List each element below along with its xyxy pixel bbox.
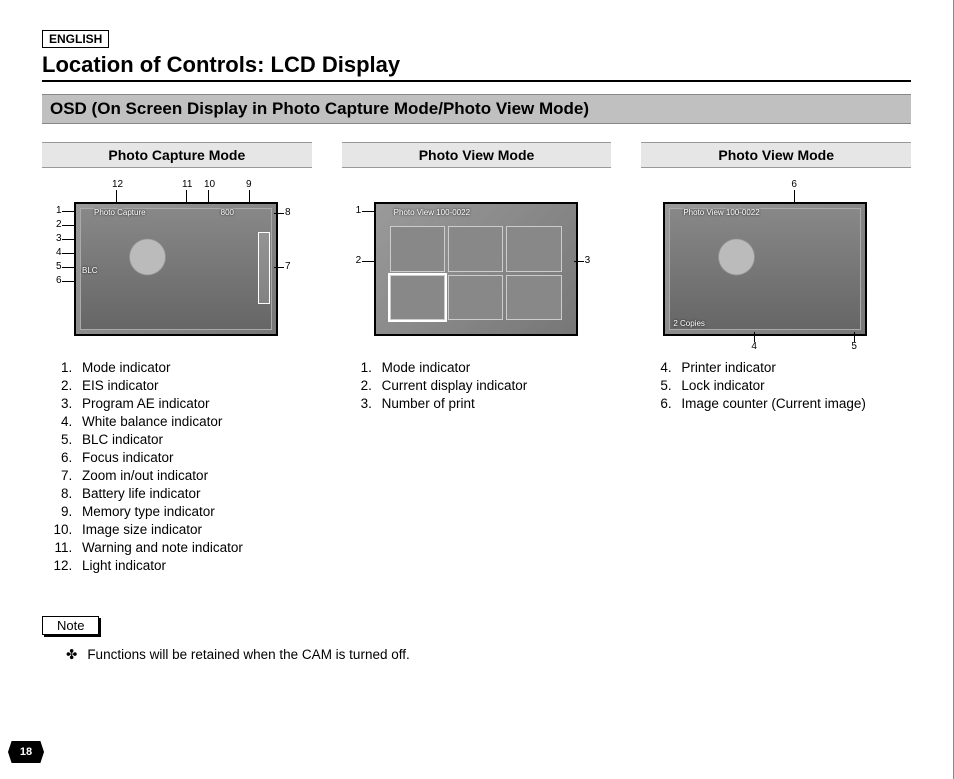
page: ENGLISH Location of Controls: LCD Displa… [0,0,954,779]
osd-copies-label: 2 Copies [673,319,705,328]
legend-item: Mode indicator [76,360,312,375]
legend-item: Printer indicator [675,360,911,375]
osd-blc-label: BLC [82,266,98,275]
legend-item: Lock indicator [675,378,911,393]
legend-item: Program AE indicator [76,396,312,411]
legend-item: Image counter (Current image) [675,396,911,411]
lcd-screen-3: Photo View 100-0022 2 Copies [663,202,867,336]
legend-item: Current display indicator [376,378,612,393]
thumbnail-grid [390,226,562,320]
legend-item: Memory type indicator [76,504,312,519]
thumbnail [506,226,561,272]
legend-2: Mode indicator Current display indicator… [342,360,612,411]
legend-item: Focus indicator [76,450,312,465]
callout-left-2b: 2 [356,256,362,266]
language-tag: ENGLISH [42,30,109,48]
note-text: Functions will be retained when the CAM … [66,647,911,663]
col-header-1: Photo Capture Mode [42,142,312,168]
screen-wrap-3: 6 Photo View 100-0022 2 Copies 4 5 [641,182,911,352]
osd-mode-label: Photo Capture [94,208,146,217]
thumbnail [390,226,445,272]
callout-top-11: 11 [182,180,192,190]
columns: Photo Capture Mode 12 11 10 9 Photo Capt… [42,142,911,576]
legend-item: Battery life indicator [76,486,312,501]
lcd-screen-2: Photo View 100-0022 [374,202,578,336]
legend-item: Mode indicator [376,360,612,375]
callout-top-9: 9 [246,180,252,190]
lcd-screen-1: Photo Capture 800 BLC [74,202,278,336]
legend-item: White balance indicator [76,414,312,429]
legend-item: BLC indicator [76,432,312,447]
callout-top-10: 10 [204,180,215,190]
screen-wrap-2: Photo View 100-0022 1 2 3 [342,182,612,352]
col-header-2: Photo View Mode [342,142,612,168]
osd-mode-label-3: Photo View 100-0022 [683,208,759,217]
legend-item: Number of print [376,396,612,411]
callout-top-6c: 6 [791,180,797,190]
callout-right-7: 7 [285,262,291,272]
legend-item: Warning and note indicator [76,540,312,555]
screen-wrap-1: 12 11 10 9 Photo Capture 800 BLC 1 [42,182,312,352]
callout-left-1: 1 [56,206,62,216]
callout-right-8: 8 [285,208,291,218]
callout-top-12: 12 [112,180,123,190]
callout-bottom-5c: 5 [851,342,857,352]
column-photo-view-1: Photo View Mode Photo View 100-0022 1 2 [342,142,612,576]
page-title: Location of Controls: LCD Display [42,52,911,82]
thumbnail [448,226,503,272]
col-header-3: Photo View Mode [641,142,911,168]
thumbnail [448,275,503,321]
callout-left-4: 4 [56,248,62,258]
legend-item: Zoom in/out indicator [76,468,312,483]
callout-right-3b: 3 [585,256,591,266]
column-photo-view-2: Photo View Mode 6 Photo View 100-0022 2 … [641,142,911,576]
note-box: Note [42,616,99,635]
thumbnail-selected [390,275,445,321]
legend-item: Light indicator [76,558,312,573]
legend-item: EIS indicator [76,378,312,393]
page-number: 18 [8,741,44,763]
callout-left-5: 5 [56,262,62,272]
legend-item: Image size indicator [76,522,312,537]
osd-size-label: 800 [221,208,234,217]
legend-1: Mode indicator EIS indicator Program AE … [42,360,312,573]
callout-left-6: 6 [56,276,62,286]
subtitle-bar: OSD (On Screen Display in Photo Capture … [42,94,911,124]
osd-mode-label-2: Photo View 100-0022 [394,208,470,217]
callout-bottom-4c: 4 [751,342,757,352]
callout-left-1b: 1 [356,206,362,216]
legend-3: Printer indicator Lock indicator Image c… [641,360,911,411]
callout-left-3: 3 [56,234,62,244]
callout-left-2: 2 [56,220,62,230]
thumbnail [506,275,561,321]
column-photo-capture: Photo Capture Mode 12 11 10 9 Photo Capt… [42,142,312,576]
